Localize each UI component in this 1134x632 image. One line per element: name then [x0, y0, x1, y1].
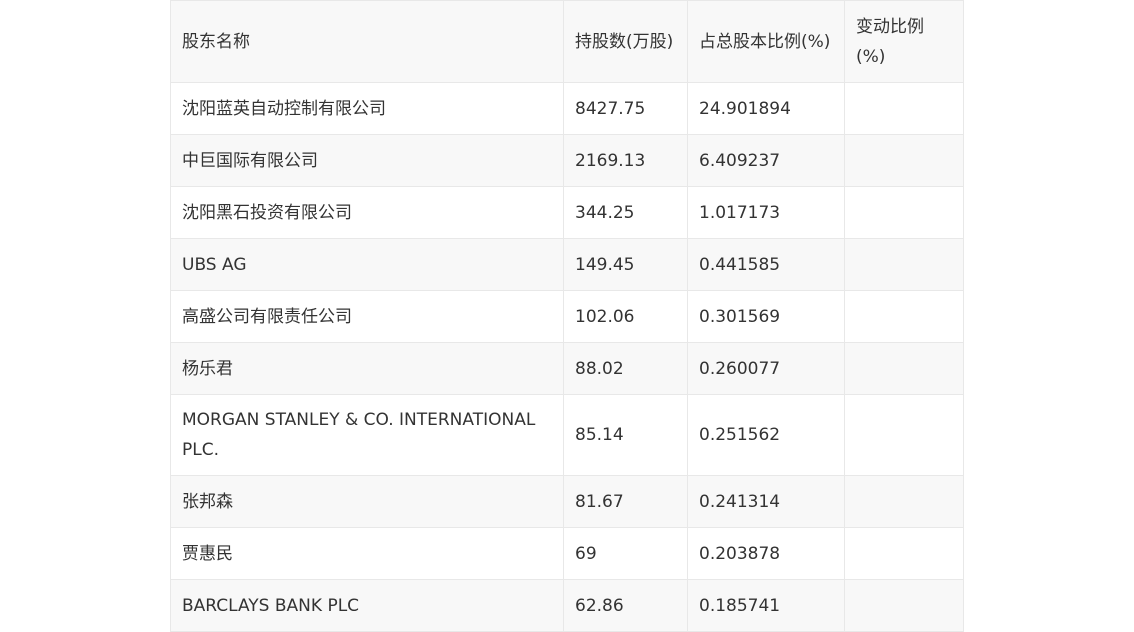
- cell-change-ratio: [844, 290, 964, 343]
- cell-shareholder-name: 沈阳蓝英自动控制有限公司: [170, 82, 564, 135]
- cell-share-ratio: 1.017173: [687, 186, 845, 239]
- cell-change-ratio: [844, 394, 964, 476]
- cell-shares-held: 102.06: [563, 290, 688, 343]
- table-row: 中巨国际有限公司 2169.13 6.409237: [170, 134, 964, 187]
- cell-share-ratio: 0.241314: [687, 475, 845, 528]
- cell-share-ratio: 0.260077: [687, 342, 845, 395]
- cell-share-ratio: 0.185741: [687, 579, 845, 632]
- cell-shares-held: 149.45: [563, 238, 688, 291]
- cell-shareholder-name: BARCLAYS BANK PLC: [170, 579, 564, 632]
- table-row: 沈阳蓝英自动控制有限公司 8427.75 24.901894: [170, 82, 964, 135]
- header-share-ratio: 占总股本比例(%): [687, 0, 845, 83]
- cell-shareholder-name: 中巨国际有限公司: [170, 134, 564, 187]
- table-row: 贾惠民 69 0.203878: [170, 527, 964, 580]
- cell-change-ratio: [844, 342, 964, 395]
- table-row: BARCLAYS BANK PLC 62.86 0.185741: [170, 579, 964, 632]
- cell-shares-held: 8427.75: [563, 82, 688, 135]
- cell-shares-held: 62.86: [563, 579, 688, 632]
- cell-shareholder-name: 贾惠民: [170, 527, 564, 580]
- cell-shareholder-name: UBS AG: [170, 238, 564, 291]
- cell-share-ratio: 0.203878: [687, 527, 845, 580]
- cell-shareholder-name: 张邦森: [170, 475, 564, 528]
- table-header-row: 股东名称 持股数(万股) 占总股本比例(%) 变动比例(%): [170, 0, 964, 83]
- table-row: 高盛公司有限责任公司 102.06 0.301569: [170, 290, 964, 343]
- cell-change-ratio: [844, 82, 964, 135]
- cell-change-ratio: [844, 134, 964, 187]
- cell-shares-held: 344.25: [563, 186, 688, 239]
- cell-share-ratio: 6.409237: [687, 134, 845, 187]
- cell-shares-held: 85.14: [563, 394, 688, 476]
- header-shareholder-name: 股东名称: [170, 0, 564, 83]
- cell-change-ratio: [844, 186, 964, 239]
- cell-shareholder-name: 沈阳黑石投资有限公司: [170, 186, 564, 239]
- table-row: MORGAN STANLEY & CO. INTERNATIONAL PLC. …: [170, 394, 964, 476]
- cell-share-ratio: 0.301569: [687, 290, 845, 343]
- cell-change-ratio: [844, 527, 964, 580]
- table-row: 杨乐君 88.02 0.260077: [170, 342, 964, 395]
- cell-share-ratio: 0.251562: [687, 394, 845, 476]
- cell-shares-held: 69: [563, 527, 688, 580]
- cell-shareholder-name: MORGAN STANLEY & CO. INTERNATIONAL PLC.: [170, 394, 564, 476]
- table-row: 张邦森 81.67 0.241314: [170, 475, 964, 528]
- cell-shares-held: 88.02: [563, 342, 688, 395]
- cell-change-ratio: [844, 579, 964, 632]
- cell-shares-held: 2169.13: [563, 134, 688, 187]
- cell-shareholder-name: 高盛公司有限责任公司: [170, 290, 564, 343]
- cell-shares-held: 81.67: [563, 475, 688, 528]
- header-change-ratio: 变动比例(%): [844, 0, 964, 83]
- header-shares-held: 持股数(万股): [563, 0, 688, 83]
- table-row: UBS AG 149.45 0.441585: [170, 238, 964, 291]
- cell-shareholder-name: 杨乐君: [170, 342, 564, 395]
- cell-share-ratio: 0.441585: [687, 238, 845, 291]
- shareholder-table-container: 股东名称 持股数(万股) 占总股本比例(%) 变动比例(%) 沈阳蓝英自动控制有…: [170, 0, 964, 632]
- shareholder-table: 股东名称 持股数(万股) 占总股本比例(%) 变动比例(%) 沈阳蓝英自动控制有…: [170, 0, 964, 632]
- cell-change-ratio: [844, 475, 964, 528]
- table-row: 沈阳黑石投资有限公司 344.25 1.017173: [170, 186, 964, 239]
- cell-change-ratio: [844, 238, 964, 291]
- cell-share-ratio: 24.901894: [687, 82, 845, 135]
